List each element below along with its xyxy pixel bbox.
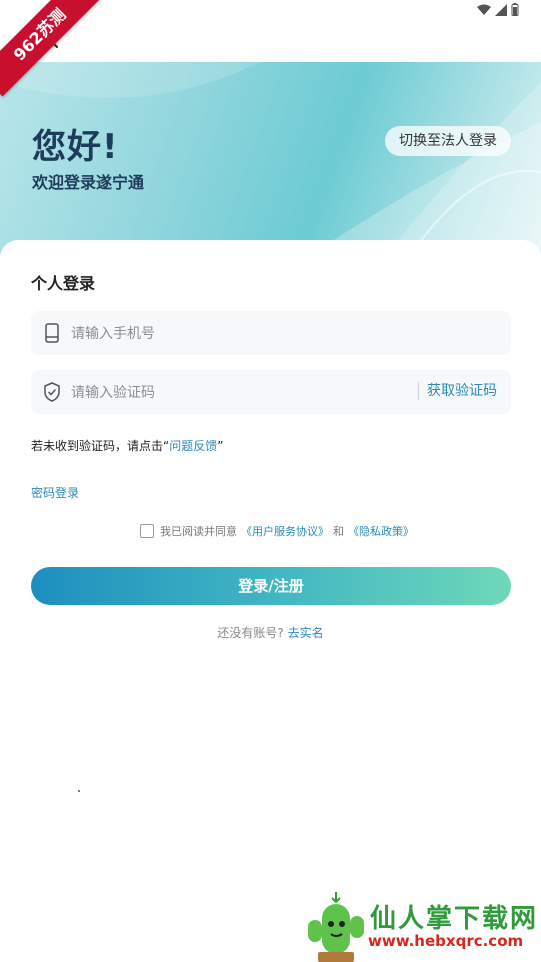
status-icons <box>477 3 519 16</box>
no-account-text: 还没有账号? <box>217 626 284 640</box>
privacy-policy-link[interactable]: 《隐私政策》 <box>348 523 414 539</box>
agreement-and: 和 <box>333 525 344 538</box>
cactus-logo-icon <box>308 892 364 962</box>
top-bar <box>0 22 541 62</box>
phone-icon <box>45 323 59 343</box>
real-name-link[interactable]: 去实名 <box>288 626 324 640</box>
feedback-tip: 若未收到验证码，请点击“问题反馈” <box>31 437 223 454</box>
no-account-row: 还没有账号? 去实名 <box>0 624 541 641</box>
feedback-link[interactable]: 问题反馈 <box>169 439 217 453</box>
welcome-subtitle: 欢迎登录遂宁通 <box>32 173 145 192</box>
feedback-tip-prefix: 若未收到验证码，请点击“ <box>31 439 170 453</box>
feedback-tip-suffix: ” <box>217 439 224 453</box>
verification-code-field[interactable]: 获取验证码 <box>31 370 511 416</box>
password-login-link[interactable]: 密码登录 <box>31 484 79 501</box>
agreement-prefix: 我已阅读并同意 <box>160 525 237 538</box>
get-code-button[interactable]: 获取验证码 <box>418 382 497 400</box>
site-watermark: 仙人掌下载网 www.hebxqrc.com <box>300 890 541 962</box>
section-title-personal-login: 个人登录 <box>31 274 96 293</box>
login-register-button[interactable]: 登录/注册 <box>31 567 511 605</box>
site-watermark-url: www.hebxqrc.com <box>368 932 524 950</box>
wifi-icon <box>477 4 491 15</box>
login-card: 个人登录 获取验证码 若未收到验证码，请点击“问题反馈” 密码登录 我已阅读并同… <box>0 240 541 962</box>
user-agreement-link[interactable]: 《用户服务协议》 <box>241 523 329 539</box>
battery-icon <box>511 3 519 16</box>
agreement-checkbox[interactable] <box>140 524 154 538</box>
verification-code-input[interactable] <box>69 370 403 416</box>
phone-field[interactable] <box>31 311 511 357</box>
shield-icon <box>44 382 60 402</box>
stray-dot <box>78 790 80 792</box>
phone-input[interactable] <box>69 311 403 357</box>
agreement-row: 我已阅读并同意 《用户服务协议》 和 《隐私政策》 <box>140 523 414 539</box>
site-watermark-name: 仙人掌下载网 <box>370 904 539 934</box>
switch-to-legal-person-button[interactable]: 切换至法人登录 <box>385 126 511 156</box>
greeting-title: 您好! <box>32 127 119 167</box>
hero-banner: 您好! 欢迎登录遂宁通 切换至法人登录 <box>0 62 541 262</box>
signal-icon <box>495 3 507 16</box>
